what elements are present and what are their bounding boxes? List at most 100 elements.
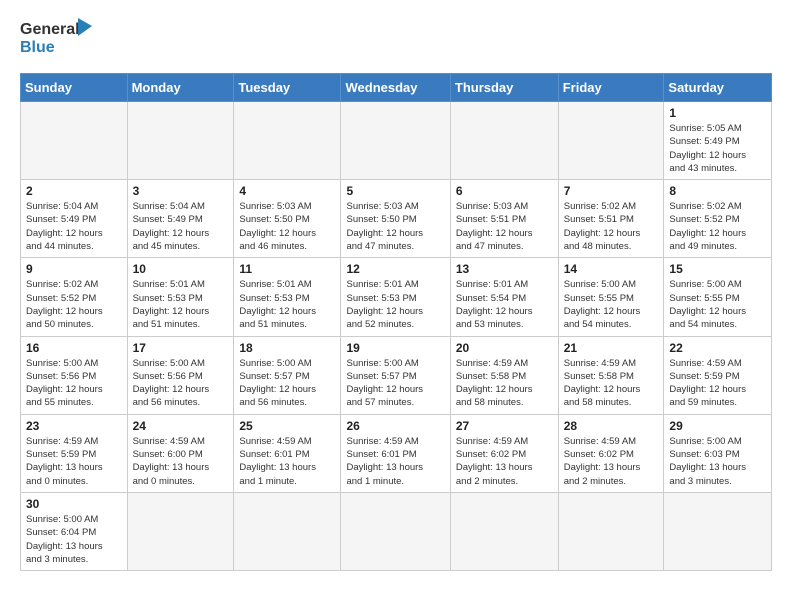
day-number: 7	[564, 184, 659, 198]
day-info: Sunrise: 5:00 AM Sunset: 5:57 PM Dayligh…	[346, 357, 444, 410]
calendar-cell	[234, 492, 341, 570]
day-number: 28	[564, 419, 659, 433]
calendar-cell: 23 Sunrise: 4:59 AM Sunset: 5:59 PM Dayli…	[21, 414, 128, 492]
day-number: 3	[133, 184, 229, 198]
weekday-header-saturday: Saturday	[664, 74, 772, 102]
day-info: Sunrise: 5:05 AM Sunset: 5:49 PM Dayligh…	[669, 122, 766, 175]
calendar-cell: 26 Sunrise: 4:59 AM Sunset: 6:01 PM Dayli…	[341, 414, 450, 492]
day-number: 26	[346, 419, 444, 433]
day-number: 25	[239, 419, 335, 433]
day-number: 9	[26, 262, 122, 276]
calendar-cell: 13Sunrise: 5:01 AM Sunset: 5:54 PM Dayli…	[450, 258, 558, 336]
calendar-cell	[341, 492, 450, 570]
page-header: GeneralBlue	[20, 16, 772, 61]
day-info: Sunrise: 5:00 AM Sunset: 6:04 PM Dayligh…	[26, 513, 122, 566]
calendar-week-row: 9 Sunrise: 5:02 AM Sunset: 5:52 PM Daylig…	[21, 258, 772, 336]
day-number: 15	[669, 262, 766, 276]
day-number: 30	[26, 497, 122, 511]
day-info: Sunrise: 5:00 AM Sunset: 6:03 PM Dayligh…	[669, 435, 766, 488]
calendar-cell	[450, 492, 558, 570]
day-info: Sunrise: 5:01 AM Sunset: 5:53 PM Dayligh…	[346, 278, 444, 331]
day-number: 12	[346, 262, 444, 276]
svg-text:Blue: Blue	[20, 39, 55, 56]
day-number: 4	[239, 184, 335, 198]
day-number: 5	[346, 184, 444, 198]
day-info: Sunrise: 5:00 AM Sunset: 5:57 PM Dayligh…	[239, 357, 335, 410]
weekday-header-friday: Friday	[558, 74, 664, 102]
calendar-cell: 17Sunrise: 5:00 AM Sunset: 5:56 PM Dayli…	[127, 336, 234, 414]
calendar-week-row: 1 Sunrise: 5:05 AM Sunset: 5:49 PM Daylig…	[21, 102, 772, 180]
day-number: 16	[26, 341, 122, 355]
day-number: 1	[669, 106, 766, 120]
calendar-cell: 20 Sunrise: 4:59 AM Sunset: 5:58 PM Dayli…	[450, 336, 558, 414]
day-info: Sunrise: 4:59 AM Sunset: 5:58 PM Dayligh…	[456, 357, 553, 410]
calendar-cell: 21Sunrise: 4:59 AM Sunset: 5:58 PM Dayli…	[558, 336, 664, 414]
day-number: 14	[564, 262, 659, 276]
calendar-cell: 15 Sunrise: 5:00 AM Sunset: 5:55 PM Dayli…	[664, 258, 772, 336]
day-info: Sunrise: 5:00 AM Sunset: 5:55 PM Dayligh…	[669, 278, 766, 331]
calendar-cell	[234, 102, 341, 180]
day-info: Sunrise: 5:04 AM Sunset: 5:49 PM Dayligh…	[26, 200, 122, 253]
weekday-header-sunday: Sunday	[21, 74, 128, 102]
calendar-week-row: 2 Sunrise: 5:04 AM Sunset: 5:49 PM Daylig…	[21, 180, 772, 258]
day-number: 22	[669, 341, 766, 355]
day-number: 19	[346, 341, 444, 355]
day-number: 24	[133, 419, 229, 433]
calendar-cell: 1 Sunrise: 5:05 AM Sunset: 5:49 PM Daylig…	[664, 102, 772, 180]
calendar-cell: 27 Sunrise: 4:59 AM Sunset: 6:02 PM Dayli…	[450, 414, 558, 492]
calendar-cell: 10 Sunrise: 5:01 AM Sunset: 5:53 PM Dayli…	[127, 258, 234, 336]
svg-text:General: General	[20, 21, 80, 38]
day-info: Sunrise: 4:59 AM Sunset: 6:01 PM Dayligh…	[239, 435, 335, 488]
calendar-week-row: 23 Sunrise: 4:59 AM Sunset: 5:59 PM Dayli…	[21, 414, 772, 492]
day-info: Sunrise: 5:02 AM Sunset: 5:52 PM Dayligh…	[26, 278, 122, 331]
calendar-cell: 3Sunrise: 5:04 AM Sunset: 5:49 PM Daylig…	[127, 180, 234, 258]
calendar-cell	[127, 102, 234, 180]
day-info: Sunrise: 5:02 AM Sunset: 5:52 PM Dayligh…	[669, 200, 766, 253]
calendar-cell	[664, 492, 772, 570]
calendar-cell: 2 Sunrise: 5:04 AM Sunset: 5:49 PM Daylig…	[21, 180, 128, 258]
day-number: 29	[669, 419, 766, 433]
day-number: 2	[26, 184, 122, 198]
day-number: 17	[133, 341, 229, 355]
day-info: Sunrise: 5:01 AM Sunset: 5:53 PM Dayligh…	[133, 278, 229, 331]
day-info: Sunrise: 5:00 AM Sunset: 5:56 PM Dayligh…	[26, 357, 122, 410]
day-number: 6	[456, 184, 553, 198]
weekday-header-monday: Monday	[127, 74, 234, 102]
calendar-table: SundayMondayTuesdayWednesdayThursdayFrid…	[20, 73, 772, 571]
calendar-cell: 29 Sunrise: 5:00 AM Sunset: 6:03 PM Dayli…	[664, 414, 772, 492]
calendar-cell	[127, 492, 234, 570]
calendar-cell	[21, 102, 128, 180]
calendar-week-row: 16 Sunrise: 5:00 AM Sunset: 5:56 PM Dayli…	[21, 336, 772, 414]
calendar-cell: 30 Sunrise: 5:00 AM Sunset: 6:04 PM Dayli…	[21, 492, 128, 570]
day-info: Sunrise: 5:01 AM Sunset: 5:54 PM Dayligh…	[456, 278, 553, 331]
calendar-week-row: 30 Sunrise: 5:00 AM Sunset: 6:04 PM Dayli…	[21, 492, 772, 570]
calendar-cell: 7Sunrise: 5:02 AM Sunset: 5:51 PM Daylig…	[558, 180, 664, 258]
calendar-cell	[341, 102, 450, 180]
calendar-header-row: SundayMondayTuesdayWednesdayThursdayFrid…	[21, 74, 772, 102]
day-info: Sunrise: 4:59 AM Sunset: 6:02 PM Dayligh…	[564, 435, 659, 488]
calendar-cell: 25 Sunrise: 4:59 AM Sunset: 6:01 PM Dayli…	[234, 414, 341, 492]
weekday-header-wednesday: Wednesday	[341, 74, 450, 102]
day-info: Sunrise: 4:59 AM Sunset: 6:01 PM Dayligh…	[346, 435, 444, 488]
calendar-cell: 19 Sunrise: 5:00 AM Sunset: 5:57 PM Dayli…	[341, 336, 450, 414]
day-number: 11	[239, 262, 335, 276]
general-blue-logo: GeneralBlue	[20, 16, 100, 61]
day-info: Sunrise: 4:59 AM Sunset: 6:02 PM Dayligh…	[456, 435, 553, 488]
day-info: Sunrise: 5:03 AM Sunset: 5:50 PM Dayligh…	[239, 200, 335, 253]
calendar-cell: 6Sunrise: 5:03 AM Sunset: 5:51 PM Daylig…	[450, 180, 558, 258]
day-number: 20	[456, 341, 553, 355]
day-number: 27	[456, 419, 553, 433]
calendar-cell: 9 Sunrise: 5:02 AM Sunset: 5:52 PM Daylig…	[21, 258, 128, 336]
day-info: Sunrise: 5:00 AM Sunset: 5:55 PM Dayligh…	[564, 278, 659, 331]
calendar-cell: 5Sunrise: 5:03 AM Sunset: 5:50 PM Daylig…	[341, 180, 450, 258]
calendar-cell: 18Sunrise: 5:00 AM Sunset: 5:57 PM Dayli…	[234, 336, 341, 414]
calendar-cell: 8 Sunrise: 5:02 AM Sunset: 5:52 PM Daylig…	[664, 180, 772, 258]
day-number: 23	[26, 419, 122, 433]
day-number: 8	[669, 184, 766, 198]
calendar-cell: 24Sunrise: 4:59 AM Sunset: 6:00 PM Dayli…	[127, 414, 234, 492]
calendar-cell: 4 Sunrise: 5:03 AM Sunset: 5:50 PM Daylig…	[234, 180, 341, 258]
weekday-header-thursday: Thursday	[450, 74, 558, 102]
day-info: Sunrise: 4:59 AM Sunset: 5:59 PM Dayligh…	[26, 435, 122, 488]
day-number: 10	[133, 262, 229, 276]
calendar-cell: 12 Sunrise: 5:01 AM Sunset: 5:53 PM Dayli…	[341, 258, 450, 336]
